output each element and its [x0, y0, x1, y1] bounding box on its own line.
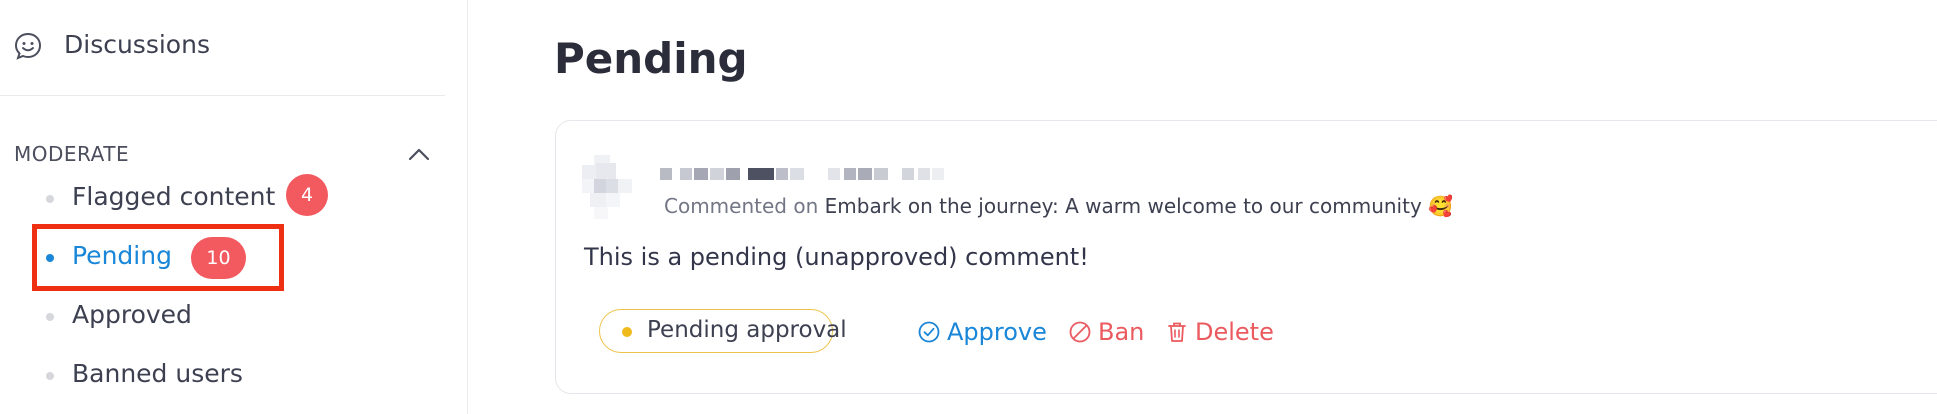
page-title: Pending [554, 34, 748, 83]
smiley-chat-icon [14, 32, 42, 60]
sidebar-item-banned-users[interactable]: Banned users [40, 351, 400, 401]
comment-meta: Commented on Embark on the journey: A wa… [664, 194, 1453, 218]
sidebar-item-label: Flagged content [72, 182, 276, 211]
ban-label: Ban [1098, 318, 1145, 346]
post-title-link[interactable]: Embark on the journey: A warm welcome to… [825, 194, 1422, 218]
sidebar-item-discussions[interactable]: Discussions [0, 18, 445, 76]
trash-icon [1168, 322, 1186, 342]
comment-text: This is a pending (unapproved) comment! [584, 243, 1089, 271]
flagged-count-badge: 4 [286, 174, 328, 216]
meta-prefix: Commented on [664, 194, 819, 218]
nav-bullet [46, 313, 54, 321]
status-label: Pending approval [647, 317, 847, 343]
avatar [582, 155, 632, 219]
sidebar-divider [0, 95, 445, 96]
nav-bullet [46, 254, 54, 262]
sidebar-item-pending[interactable]: Pending 10 [40, 233, 400, 283]
status-dot [622, 327, 632, 337]
nav-bullet [46, 372, 54, 380]
sidebar: Discussions MODERATE Flagged content 4 P… [0, 0, 468, 414]
delete-button[interactable]: Delete [1165, 315, 1274, 349]
comment-card: Commented on Embark on the journey: A wa… [555, 120, 1937, 394]
post-emoji: 🥰 [1428, 194, 1454, 218]
moderate-section-title: MODERATE [14, 142, 130, 166]
chevron-up-icon[interactable] [406, 142, 432, 168]
approve-label: Approve [947, 318, 1047, 346]
sidebar-item-label: Pending [72, 241, 172, 270]
pending-count-badge: 10 [191, 237, 246, 279]
ban-icon [1069, 321, 1091, 343]
ban-button[interactable]: Ban [1068, 315, 1144, 349]
nav-bullet [46, 195, 54, 203]
author-name-redacted [660, 168, 944, 180]
sidebar-item-approved[interactable]: Approved [40, 292, 400, 342]
sidebar-item-flagged-content[interactable]: Flagged content 4 [40, 174, 400, 224]
status-badge: Pending approval [599, 309, 847, 353]
approve-button[interactable]: Approve [917, 315, 1047, 349]
delete-label: Delete [1195, 318, 1274, 346]
check-circle-icon [918, 321, 940, 343]
moderate-section-header[interactable]: MODERATE [0, 136, 445, 172]
sidebar-item-label: Approved [72, 300, 192, 329]
sidebar-item-label: Banned users [72, 359, 243, 388]
sidebar-item-discussions-label: Discussions [64, 30, 210, 59]
